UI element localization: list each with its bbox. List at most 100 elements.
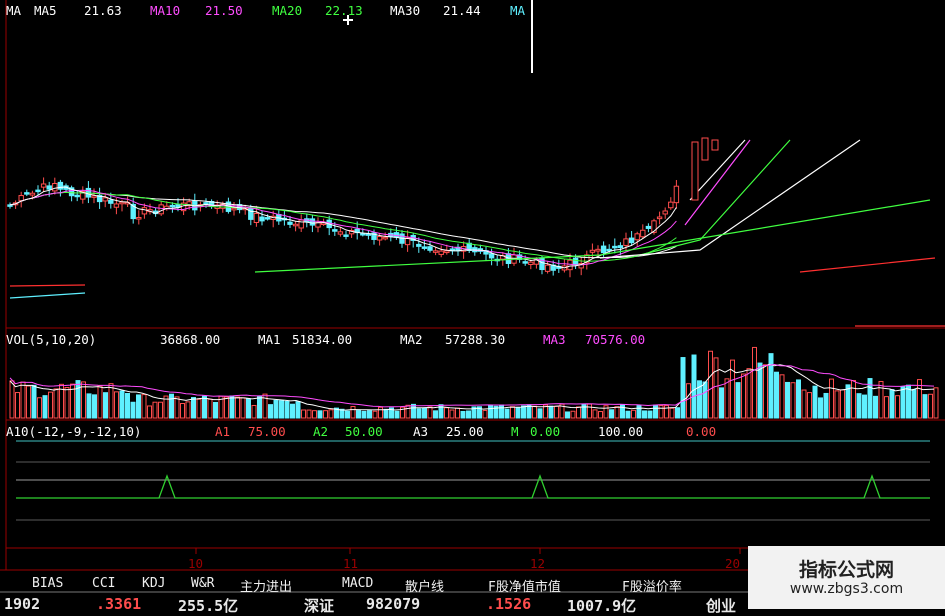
volume-bar xyxy=(317,410,323,419)
volume-bar xyxy=(499,404,504,419)
candle xyxy=(141,207,148,215)
ma20-line-extension xyxy=(639,139,791,256)
tab-main-force[interactable]: 主力进出 xyxy=(240,576,292,595)
volume-bar xyxy=(680,357,686,419)
volume-bar xyxy=(873,395,878,419)
a10-a3-label: A3 xyxy=(413,424,429,439)
ma20-value: 22.13 xyxy=(325,3,363,18)
volume-bar xyxy=(202,395,207,419)
tab-kdj[interactable]: KDJ xyxy=(142,576,165,591)
candle xyxy=(612,245,618,249)
volume-bar xyxy=(482,409,488,419)
tab-retail-line[interactable]: 散户线 xyxy=(405,576,444,595)
candle xyxy=(292,223,299,227)
candle xyxy=(40,183,47,188)
candle xyxy=(113,203,120,208)
volume-panel[interactable] xyxy=(9,346,939,419)
volume-bar xyxy=(911,388,917,419)
candle xyxy=(158,204,164,215)
vol-ma2-value: 57288.30 xyxy=(445,332,506,347)
volume-bar xyxy=(301,409,306,419)
vol-legend-label: VOL(5,10,20) xyxy=(6,332,97,347)
ma5-label: MA5 xyxy=(34,3,57,18)
volume-bar xyxy=(152,401,158,419)
volume-bar xyxy=(785,381,790,419)
volume-bar xyxy=(53,388,59,419)
volume-bar xyxy=(235,396,240,419)
volume-bar xyxy=(433,410,438,419)
volume-bar xyxy=(724,378,730,419)
candle xyxy=(432,250,439,253)
volume-bar xyxy=(554,405,559,419)
status-item[interactable]: 深证 xyxy=(304,595,334,616)
volume-bar xyxy=(829,378,834,419)
volume-bar xyxy=(460,410,466,419)
volume-bar xyxy=(752,346,757,419)
volume-bar xyxy=(394,410,400,419)
volume-bar xyxy=(620,404,625,419)
a10-signal-line xyxy=(16,474,930,499)
volume-bar xyxy=(790,382,796,419)
volume-bar xyxy=(515,406,521,419)
volume-bar xyxy=(845,384,851,419)
chart-frame xyxy=(0,0,945,593)
volume-bar xyxy=(746,368,752,419)
candle xyxy=(253,212,260,223)
candle xyxy=(656,216,663,220)
status-item: 1902 xyxy=(4,595,41,613)
volume-bar xyxy=(675,407,680,419)
reference-line xyxy=(9,284,86,287)
candle xyxy=(18,195,24,202)
volume-bar xyxy=(504,408,510,419)
volume-bar xyxy=(240,397,246,419)
candle xyxy=(309,218,316,226)
volume-bar xyxy=(158,401,163,419)
price-panel[interactable] xyxy=(7,137,945,327)
volume-bar xyxy=(213,401,218,419)
volume-bar xyxy=(246,398,251,419)
candle xyxy=(46,185,52,190)
tab-f-premium[interactable]: F股溢价率 xyxy=(622,576,682,595)
a10-a3-value: 25.00 xyxy=(446,424,484,439)
tab-bias[interactable]: BIAS xyxy=(32,576,63,591)
volume-bar xyxy=(779,374,785,419)
volume-bar xyxy=(609,409,614,419)
tab-macd[interactable]: MACD xyxy=(342,576,373,591)
volume-bar xyxy=(636,405,642,419)
tab-wr[interactable]: W&R xyxy=(191,576,214,591)
volume-bar xyxy=(37,397,42,419)
volume-bar xyxy=(576,406,581,419)
volume-bar xyxy=(422,407,427,419)
main-chart[interactable] xyxy=(0,0,945,609)
volume-bar xyxy=(851,380,856,419)
candle xyxy=(522,261,528,264)
a10-indicator-panel[interactable] xyxy=(16,440,930,521)
candle xyxy=(668,201,674,209)
volume-bar xyxy=(15,392,20,419)
candle xyxy=(231,207,237,211)
candle xyxy=(24,192,30,195)
volume-bar xyxy=(823,392,829,419)
candle xyxy=(343,234,349,237)
tab-f-nav[interactable]: F股净值市值 xyxy=(488,576,561,595)
volume-bar xyxy=(774,371,779,419)
volume-bar xyxy=(796,379,801,419)
candle xyxy=(634,233,640,241)
volume-bar xyxy=(598,411,603,419)
candle xyxy=(572,257,579,266)
price-legend-trailing: MA xyxy=(510,3,526,18)
a10-legend-label: A10(-12,-9,-12,10) xyxy=(6,424,142,439)
watermark-logo: 指标公式网 www.zbgs3.com xyxy=(748,546,945,609)
candle xyxy=(645,225,652,229)
volume-bar xyxy=(64,387,70,419)
volume-bar xyxy=(9,380,15,419)
volume-bar xyxy=(614,406,620,419)
vol-ma1-label: MA1 xyxy=(258,332,281,347)
volume-bar xyxy=(922,394,928,419)
tab-cci[interactable]: CCI xyxy=(92,576,115,591)
volume-bar xyxy=(20,381,26,419)
volume-bar xyxy=(834,390,840,419)
candle xyxy=(438,250,444,255)
status-item[interactable]: 创业 xyxy=(706,595,736,616)
volume-bar xyxy=(653,404,658,419)
